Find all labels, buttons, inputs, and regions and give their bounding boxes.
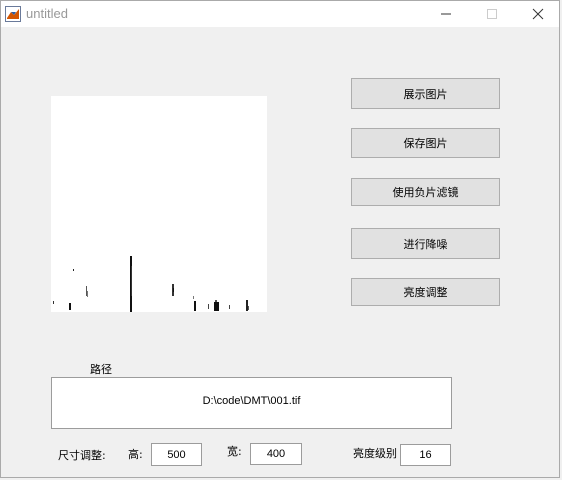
brightness-adjust-button[interactable]: 亮度调整 — [351, 278, 500, 306]
path-label: 路径 — [90, 363, 112, 376]
path-value: D:\code\DMT\001.tif — [202, 395, 301, 407]
title-bar: untitled — [1, 1, 559, 27]
save-image-button[interactable]: 保存图片 — [351, 128, 500, 158]
height-input[interactable]: 500 — [151, 443, 202, 466]
maximize-button[interactable] — [469, 1, 515, 27]
path-field[interactable]: D:\code\DMT\001.tif — [51, 377, 452, 429]
image-content — [51, 96, 267, 312]
brightness-level-label: 亮度级别 — [353, 447, 397, 460]
maximize-icon — [487, 9, 497, 19]
matlab-icon — [5, 6, 21, 22]
minimize-button[interactable] — [423, 1, 469, 27]
minimize-icon — [441, 13, 451, 15]
figure-window: untitled 展示图片 保存图片 使用负片滤镜 进行降噪 亮度调整 路径 D… — [0, 0, 560, 478]
close-icon — [532, 8, 544, 20]
height-label: 高: — [128, 448, 143, 461]
denoise-button[interactable]: 进行降噪 — [351, 228, 500, 259]
negative-filter-button[interactable]: 使用负片滤镜 — [351, 178, 500, 206]
size-adjust-label: 尺寸调整: — [58, 449, 106, 462]
width-label: 宽: — [227, 445, 242, 458]
brightness-level-input[interactable]: 16 — [400, 444, 451, 466]
show-image-button[interactable]: 展示图片 — [351, 78, 500, 109]
close-button[interactable] — [515, 1, 561, 27]
width-input[interactable]: 400 — [250, 443, 302, 465]
image-axes — [51, 96, 267, 312]
window-title: untitled — [26, 6, 68, 21]
